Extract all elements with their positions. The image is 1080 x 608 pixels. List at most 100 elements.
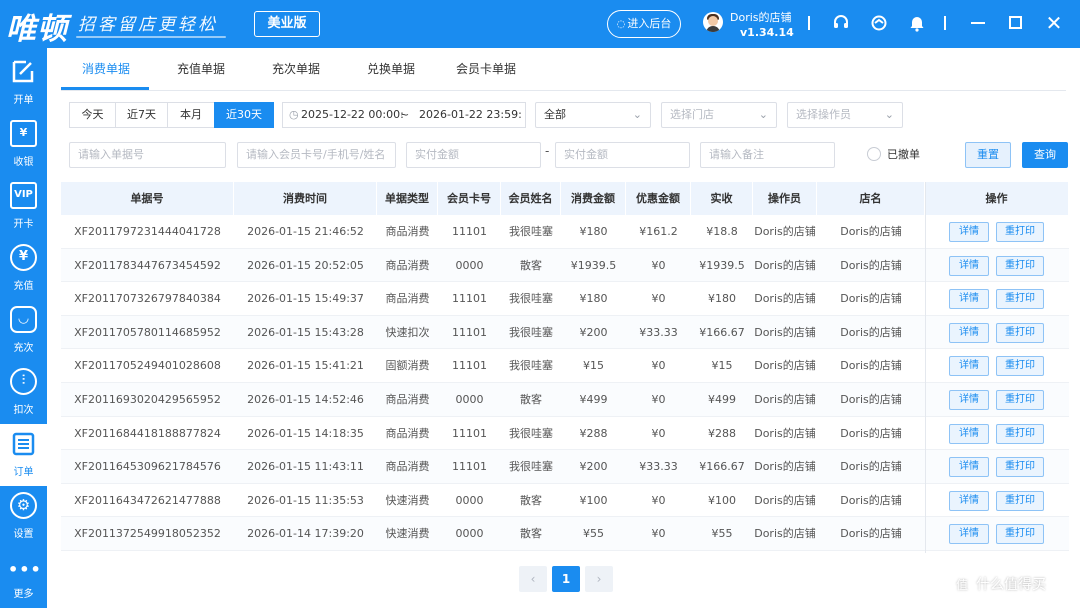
col-amount-cell: ¥200 (579, 325, 608, 339)
sidebar-item-settings[interactable]: ⚙ 设置 (0, 486, 47, 548)
voided-radio[interactable] (867, 147, 881, 161)
sidebar-item-orders[interactable]: 订单 (0, 424, 47, 486)
sidebar-item-recharge-times[interactable]: ◡ 充次 (0, 300, 47, 362)
detail-button[interactable]: 详情 (949, 524, 989, 545)
table-row: XF2011707326797840384 2026-01-15 15:49:37… (61, 282, 1069, 316)
pagination-prev-button[interactable]: ‹ (519, 566, 547, 592)
sidebar-item-deduct-times[interactable]: ⫶ 扣次 (0, 362, 47, 424)
col-discount-cell: ¥0 (651, 393, 666, 406)
minimize-button[interactable] (971, 22, 985, 24)
sidebar-item-label: 开单 (13, 95, 34, 106)
slogan-underline (76, 36, 226, 38)
type-select[interactable]: 全部 ⌄ (535, 102, 651, 128)
sidebar-item-more[interactable]: ••• 更多 (0, 546, 47, 608)
pagination-next-button[interactable]: › (585, 566, 613, 592)
tab-consumption[interactable]: 消费单据 (82, 60, 130, 77)
col-discount-cell: ¥0 (651, 527, 666, 541)
detail-button[interactable]: 详情 (949, 222, 989, 242)
headset-icon[interactable] (830, 12, 852, 34)
operator-select[interactable]: 选择操作员 ⌄ (787, 102, 903, 128)
col-store-cell: Doris的店铺 (840, 292, 902, 306)
remark-input[interactable]: 请输入备注 (700, 142, 835, 168)
col-store-cell: Doris的店铺 (840, 393, 902, 406)
col-received-cell: ¥180 (708, 292, 736, 306)
amount-min-input[interactable]: 实付金额 (406, 142, 541, 168)
detail-button[interactable]: 详情 (949, 457, 989, 478)
preset-today[interactable]: 今天 (69, 102, 116, 128)
close-button[interactable]: ✕ (1043, 10, 1065, 36)
sidebar-item-open-card[interactable]: VIP 开卡 (0, 176, 47, 238)
bell-icon[interactable] (906, 12, 928, 34)
reprint-button[interactable]: 重打印 (996, 390, 1044, 410)
enter-backend-button[interactable]: ◌ 进入后台 (607, 10, 681, 38)
sidebar-item-recharge[interactable]: ¥ 充值 (0, 238, 47, 300)
col-card-no-cell: 0000 (455, 393, 484, 406)
detail-button[interactable]: 详情 (949, 255, 989, 276)
more-icon: ••• (8, 560, 42, 579)
main-panel: 消费单据 充值单据 充次单据 兑换单据 会员卡单据 今天 近7天 本月 近30天… (47, 48, 1080, 608)
sidebar-item-open-order[interactable]: 开单 (0, 52, 47, 114)
detail-button[interactable]: 详情 (949, 490, 989, 511)
type-select-value: 全部 (544, 108, 566, 121)
reprint-button[interactable]: 重打印 (996, 222, 1044, 242)
col-store-cell: Doris的店铺 (840, 426, 902, 440)
pagination-page-1[interactable]: 1 (552, 566, 580, 592)
preset-7-days[interactable]: 近7天 (115, 102, 168, 128)
reprint-button[interactable]: 重打印 (996, 356, 1044, 377)
pen-icon (10, 58, 37, 85)
col-operator-cell: Doris的店铺 (754, 225, 816, 238)
reprint-button[interactable]: 重打印 (996, 423, 1044, 444)
sidebar-item-label: 更多 (13, 589, 34, 600)
col-member-name-cell: 我很哇塞 (509, 460, 553, 474)
col-member-name-cell: 我很哇塞 (509, 325, 553, 339)
refresh-icon[interactable] (868, 12, 890, 34)
reprint-button[interactable]: 重打印 (996, 490, 1044, 511)
col-time-cell: 2026-01-15 14:18:35 (247, 426, 364, 440)
recharge-times-icon: ◡ (10, 306, 37, 333)
tab-exchange[interactable]: 兑换单据 (367, 60, 415, 77)
preset-30-days[interactable]: 近30天 (214, 102, 274, 128)
user-name: Doris的店铺 (730, 11, 792, 24)
col-card-no-cell: 0000 (455, 493, 484, 507)
col-order-no-cell: XF2011684418188877824 (74, 426, 221, 440)
col-amount-cell: ¥15 (583, 359, 604, 373)
reset-button[interactable]: 重置 (965, 142, 1011, 168)
col-received-cell: ¥55 (711, 527, 733, 541)
col-card-no-cell: 11101 (452, 325, 487, 339)
reprint-button[interactable]: 重打印 (996, 289, 1044, 310)
detail-button[interactable]: 详情 (949, 322, 989, 343)
tab-recharge-times[interactable]: 充次单据 (272, 60, 320, 77)
title-bar: 唯顿 招客留店更轻松 美业版 ◌ 进入后台 Doris的店铺 v1.34.14 ✕ (0, 0, 1080, 48)
col-discount-cell: ¥0 (651, 359, 666, 373)
sidebar-item-cashier[interactable]: ¥ 收银 (0, 114, 47, 176)
reprint-button[interactable]: 重打印 (996, 255, 1044, 276)
member-search-input[interactable]: 请输入会员卡号/手机号/姓名 (237, 142, 396, 168)
col-order-no-cell: XF2011707326797840384 (74, 292, 221, 306)
maximize-button[interactable] (1009, 16, 1022, 29)
detail-button[interactable]: 详情 (949, 356, 989, 377)
avatar[interactable] (703, 12, 723, 32)
store-select[interactable]: 选择门店 ⌄ (661, 102, 777, 128)
col-operator-cell: Doris的店铺 (754, 258, 816, 272)
detail-button[interactable]: 详情 (949, 289, 989, 310)
amount-max-input[interactable]: 实付金额 (555, 142, 690, 168)
chevron-down-icon: ⌄ (884, 108, 894, 121)
detail-button[interactable]: 详情 (949, 390, 989, 410)
col-time-cell: 2026-01-15 14:52:46 (247, 393, 364, 406)
order-no-input[interactable]: 请输入单据号 (69, 142, 226, 168)
tab-member-card[interactable]: 会员卡单据 (456, 60, 516, 77)
preset-this-month[interactable]: 本月 (167, 102, 215, 128)
query-button[interactable]: 查询 (1022, 142, 1068, 168)
reprint-button[interactable]: 重打印 (996, 457, 1044, 478)
reprint-button[interactable]: 重打印 (996, 524, 1044, 545)
col-time-cell: 2026-01-15 11:35:53 (247, 493, 364, 507)
col-store-cell: Doris的店铺 (840, 258, 902, 272)
col-member-name-cell: 散客 (520, 393, 542, 406)
col-discount-cell: ¥0 (651, 258, 666, 272)
reprint-button[interactable]: 重打印 (996, 322, 1044, 343)
date-range-picker[interactable]: ◷ 2025-12-22 00:00: ~ 2026-01-22 23:59: (282, 102, 526, 128)
col-card-no-cell: 11101 (452, 460, 487, 474)
table-row: XF2011705249401028608 2026-01-15 15:41:21… (61, 349, 1069, 383)
detail-button[interactable]: 详情 (949, 423, 989, 444)
tab-recharge[interactable]: 充值单据 (177, 60, 225, 77)
